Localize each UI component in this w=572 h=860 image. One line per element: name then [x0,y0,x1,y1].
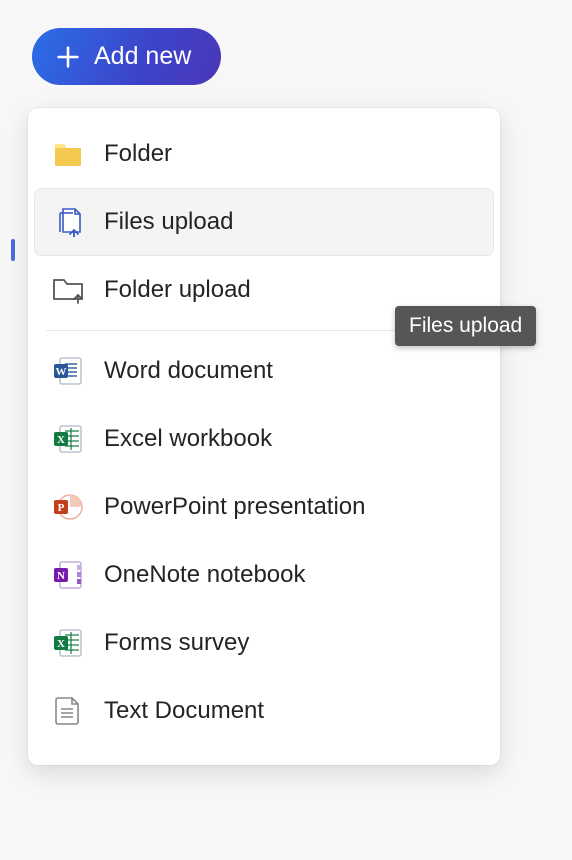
files-upload-icon [52,206,84,238]
svg-text:P: P [58,502,65,514]
folder-upload-icon [52,274,84,306]
menu-item-forms[interactable]: X Forms survey [34,609,494,677]
menu-item-label: Excel workbook [104,425,272,453]
menu-item-files-upload[interactable]: Files upload [34,188,494,256]
plus-icon [54,43,82,71]
menu-item-label: Word document [104,357,273,385]
menu-item-powerpoint[interactable]: P PowerPoint presentation [34,473,494,541]
menu-item-label: Forms survey [104,629,249,657]
svg-text:X: X [57,434,65,446]
menu-item-label: OneNote notebook [104,561,305,589]
svg-text:W: W [56,366,67,378]
folder-icon [52,138,84,170]
excel-icon: X [52,423,84,455]
onenote-icon: N [52,559,84,591]
menu-item-label: Text Document [104,697,264,725]
menu-item-excel[interactable]: X Excel workbook [34,405,494,473]
svg-text:X: X [57,638,65,650]
menu-item-label: Files upload [104,208,233,236]
add-new-button[interactable]: Add new [32,28,221,85]
menu-item-label: Folder upload [104,276,251,304]
menu-item-word[interactable]: W Word document [34,337,494,405]
svg-text:N: N [57,570,65,582]
text-doc-icon [52,695,84,727]
powerpoint-icon: P [52,491,84,523]
forms-icon: X [52,627,84,659]
word-icon: W [52,355,84,387]
menu-item-folder[interactable]: Folder [34,120,494,188]
menu-item-label: PowerPoint presentation [104,493,366,521]
tooltip-text: Files upload [409,314,522,337]
tooltip-files-upload: Files upload [395,306,536,346]
add-new-dropdown: Folder Files upload Folder upload [28,108,500,765]
active-indicator [11,239,15,261]
menu-item-onenote[interactable]: N OneNote notebook [34,541,494,609]
menu-item-label: Folder [104,140,172,168]
menu-item-text-document[interactable]: Text Document [34,677,494,745]
add-new-label: Add new [94,42,191,71]
